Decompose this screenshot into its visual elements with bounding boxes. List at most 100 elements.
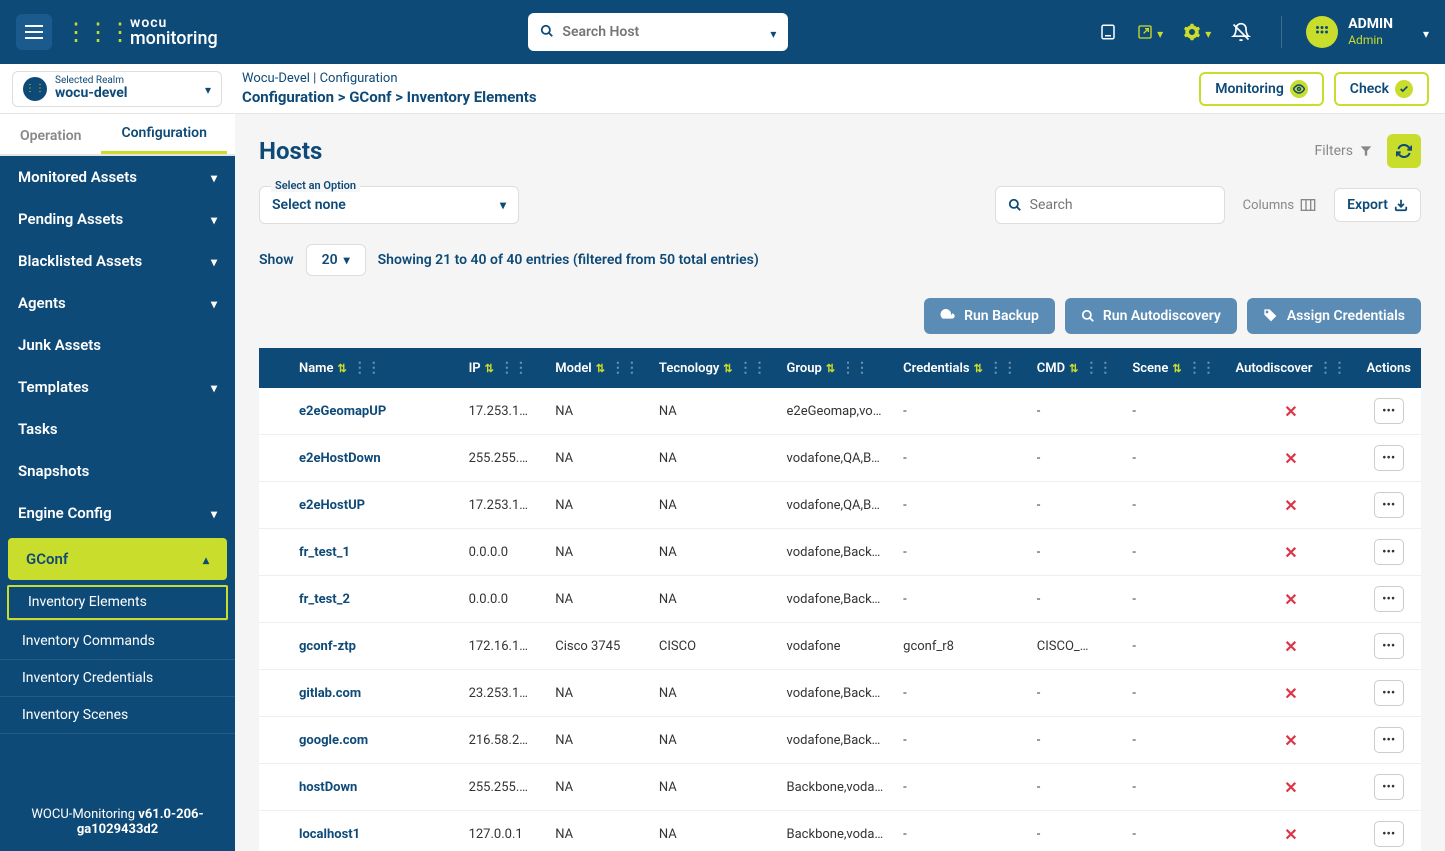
- table-search-box[interactable]: [995, 186, 1225, 224]
- export-button[interactable]: Export: [1334, 188, 1421, 222]
- chevron-down-icon[interactable]: [1423, 23, 1429, 42]
- monitoring-button[interactable]: Monitoring: [1199, 72, 1324, 106]
- cell-autodiscover: ✕: [1226, 764, 1357, 811]
- row-actions-button[interactable]: •••: [1374, 633, 1404, 659]
- logo[interactable]: ⋮⋮⋮ wocu monitoring: [64, 16, 218, 48]
- cell-credentials: -: [893, 576, 1027, 623]
- cell-actions: •••: [1356, 717, 1421, 764]
- cell-autodiscover: ✕: [1226, 670, 1357, 717]
- sidebar-sub-inventory-commands[interactable]: Inventory Commands: [0, 623, 235, 660]
- col-tecnology[interactable]: Tecnology⇅⋮⋮: [649, 348, 777, 388]
- row-actions-button[interactable]: •••: [1374, 539, 1404, 565]
- chevron-down-icon[interactable]: [205, 79, 211, 98]
- main-content: Hosts Filters Select an Option Select no…: [235, 114, 1445, 851]
- cell-tech: NA: [649, 435, 777, 482]
- sidebar-item-agents[interactable]: Agents: [0, 282, 235, 324]
- table-row: e2eHostUP 17.253.1… NA NA vodafone,QA,B……: [259, 482, 1421, 529]
- sidebar-item-junk-assets[interactable]: Junk Assets: [0, 324, 235, 366]
- chevron-icon: [203, 550, 209, 568]
- drag-icon: ⋮⋮: [611, 360, 639, 376]
- cell-scene: -: [1122, 717, 1225, 764]
- columns-button[interactable]: Columns: [1243, 198, 1317, 213]
- x-icon: ✕: [1284, 825, 1297, 844]
- cell-name[interactable]: hostDown: [259, 764, 459, 811]
- x-icon: ✕: [1284, 778, 1297, 797]
- cell-name[interactable]: google.com: [259, 717, 459, 764]
- col-credentials[interactable]: Credentials⇅⋮⋮: [893, 348, 1027, 388]
- col-scene[interactable]: Scene⇅⋮⋮: [1122, 348, 1225, 388]
- col-ip[interactable]: IP⇅⋮⋮: [459, 348, 546, 388]
- cell-tech: NA: [649, 529, 777, 576]
- row-actions-button[interactable]: •••: [1374, 398, 1404, 424]
- sort-icon: ⇅: [723, 362, 732, 375]
- breadcrumb-realm-link[interactable]: Wocu-Devel: [242, 71, 310, 86]
- row-actions-button[interactable]: •••: [1374, 492, 1404, 518]
- x-icon: ✕: [1284, 684, 1297, 703]
- row-actions-button[interactable]: •••: [1374, 445, 1404, 471]
- show-value: 20: [322, 252, 338, 268]
- check-button[interactable]: Check: [1334, 72, 1429, 106]
- run-autodiscovery-button[interactable]: Run Autodiscovery: [1065, 298, 1237, 334]
- table-row: gconf-ztp 172.16.1… Cisco 3745 CISCO vod…: [259, 623, 1421, 670]
- sidebar-sub-inventory-elements[interactable]: Inventory Elements: [6, 584, 229, 621]
- cell-cmd: -: [1027, 388, 1123, 435]
- table-search-input[interactable]: [1030, 197, 1212, 213]
- sidebar-item-gconf[interactable]: GConf: [8, 538, 227, 580]
- cell-name[interactable]: localhost1: [259, 811, 459, 851]
- filters-button[interactable]: Filters: [1314, 143, 1373, 159]
- cell-group: vodafone,QA,B…: [777, 482, 894, 529]
- sidebar-sub-inventory-scenes[interactable]: Inventory Scenes: [0, 697, 235, 734]
- cell-name[interactable]: e2eGeomapUP: [259, 388, 459, 435]
- sidebar-item-pending-assets[interactable]: Pending Assets: [0, 198, 235, 240]
- bell-off-icon[interactable]: [1231, 22, 1251, 42]
- cell-cmd: -: [1027, 764, 1123, 811]
- row-actions-button[interactable]: •••: [1374, 586, 1404, 612]
- col-cmd[interactable]: CMD⇅⋮⋮: [1027, 348, 1123, 388]
- col-actions[interactable]: Actions: [1356, 348, 1421, 388]
- cell-name[interactable]: fr_test_2: [259, 576, 459, 623]
- hamburger-menu[interactable]: [16, 14, 52, 50]
- sidebar-item-tasks[interactable]: Tasks: [0, 408, 235, 450]
- sidebar-item-blacklisted-assets[interactable]: Blacklisted Assets: [0, 240, 235, 282]
- row-actions-button[interactable]: •••: [1374, 821, 1404, 847]
- tab-operation[interactable]: Operation: [0, 118, 101, 154]
- col-autodiscover[interactable]: Autodiscover⋮⋮: [1226, 348, 1357, 388]
- assign-credentials-button[interactable]: Assign Credentials: [1247, 298, 1421, 334]
- col-model[interactable]: Model⇅⋮⋮: [545, 348, 649, 388]
- cell-autodiscover: ✕: [1226, 388, 1357, 435]
- sidebar-item-label: Snapshots: [18, 462, 89, 480]
- cell-name[interactable]: gitlab.com: [259, 670, 459, 717]
- sidebar-item-label: Junk Assets: [18, 336, 101, 354]
- search-host-box[interactable]: [528, 13, 788, 51]
- realm-selector[interactable]: ⋮⋮ Selected Realm wocu-devel: [12, 71, 222, 107]
- sort-icon: ⇅: [1069, 362, 1078, 375]
- search-host-input[interactable]: [562, 24, 776, 40]
- sidebar-item-templates[interactable]: Templates: [0, 366, 235, 408]
- cell-name[interactable]: fr_test_1: [259, 529, 459, 576]
- cell-tech: NA: [649, 576, 777, 623]
- run-backup-button[interactable]: Run Backup: [924, 298, 1055, 334]
- book-icon[interactable]: [1099, 23, 1117, 41]
- cell-model: NA: [545, 435, 649, 482]
- row-actions-button[interactable]: •••: [1374, 680, 1404, 706]
- cell-name[interactable]: e2eHostDown: [259, 435, 459, 482]
- sidebar-item-engine-config[interactable]: Engine Config: [0, 492, 235, 534]
- breadcrumb-section-link[interactable]: Configuration: [320, 71, 398, 86]
- col-name[interactable]: Name⇅⋮⋮: [259, 348, 459, 388]
- user-menu[interactable]: ADMIN Admin: [1281, 16, 1429, 48]
- chevron-down-icon[interactable]: [770, 23, 776, 42]
- tab-configuration[interactable]: Configuration: [101, 115, 226, 154]
- refresh-button[interactable]: [1387, 134, 1421, 168]
- cell-name[interactable]: e2eHostUP: [259, 482, 459, 529]
- gear-icon[interactable]: [1183, 23, 1211, 42]
- row-actions-button[interactable]: •••: [1374, 774, 1404, 800]
- sidebar-item-monitored-assets[interactable]: Monitored Assets: [0, 156, 235, 198]
- row-actions-button[interactable]: •••: [1374, 727, 1404, 753]
- external-link-icon[interactable]: [1137, 23, 1163, 42]
- download-icon: [1394, 198, 1408, 212]
- col-group[interactable]: Group⇅⋮⋮: [777, 348, 894, 388]
- cell-name[interactable]: gconf-ztp: [259, 623, 459, 670]
- show-count-select[interactable]: 20: [306, 244, 366, 276]
- sidebar-sub-inventory-credentials[interactable]: Inventory Credentials: [0, 660, 235, 697]
- sidebar-item-snapshots[interactable]: Snapshots: [0, 450, 235, 492]
